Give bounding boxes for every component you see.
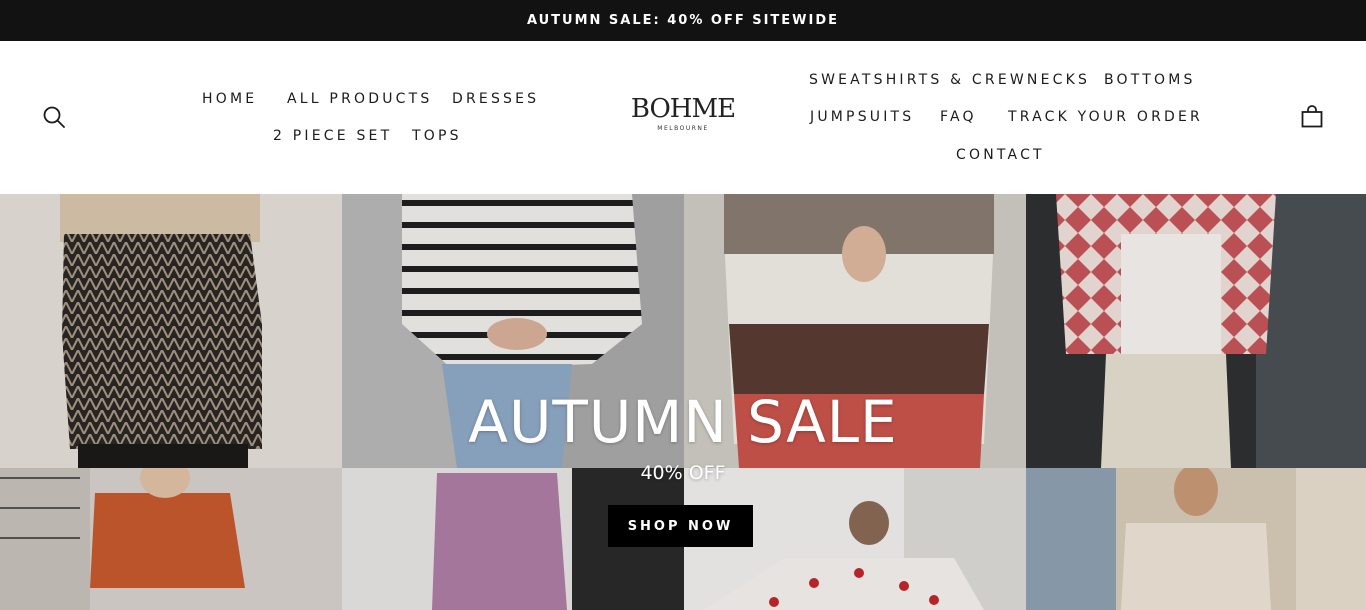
search-icon: [43, 106, 65, 128]
nav-bottoms[interactable]: BOTTOMS: [1104, 71, 1196, 89]
nav-tops[interactable]: TOPS: [412, 127, 462, 145]
nav-contact[interactable]: CONTACT: [956, 146, 1045, 164]
nav-2-piece-set[interactable]: 2 PIECE SET: [273, 127, 392, 145]
shopping-bag-icon: [1301, 105, 1323, 128]
site-header: HOME ALL PRODUCTS DRESSES 2 PIECE SET TO…: [0, 41, 1366, 194]
nav-home[interactable]: HOME: [202, 90, 257, 108]
site-logo[interactable]: BOHME MELBOURNE: [618, 94, 748, 144]
hero-subtitle: 40% OFF: [640, 462, 726, 484]
cart-button[interactable]: [1297, 102, 1327, 132]
shop-now-button[interactable]: SHOP NOW: [608, 505, 753, 547]
hero-banner[interactable]: AUTUMN SALE 40% OFF SHOP NOW: [0, 194, 1366, 610]
announcement-bar: AUTUMN SALE: 40% OFF SITEWIDE: [0, 0, 1366, 41]
nav-sweatshirts-crewnecks[interactable]: SWEATSHIRTS & CREWNECKS: [809, 71, 1090, 89]
search-button[interactable]: [39, 102, 69, 132]
logo-subtitle: MELBOURNE: [657, 125, 709, 132]
nav-jumpsuits[interactable]: JUMPSUITS: [810, 108, 914, 126]
nav-dresses[interactable]: DRESSES: [452, 90, 539, 108]
hero-title: AUTUMN SALE: [468, 388, 898, 456]
nav-faq[interactable]: FAQ: [940, 108, 977, 126]
nav-all-products[interactable]: ALL PRODUCTS: [287, 90, 432, 108]
nav-track-your-order[interactable]: TRACK YOUR ORDER: [1008, 108, 1203, 126]
logo-wordmark: BOHME: [630, 94, 736, 124]
announcement-text: AUTUMN SALE: 40% OFF SITEWIDE: [526, 13, 840, 28]
